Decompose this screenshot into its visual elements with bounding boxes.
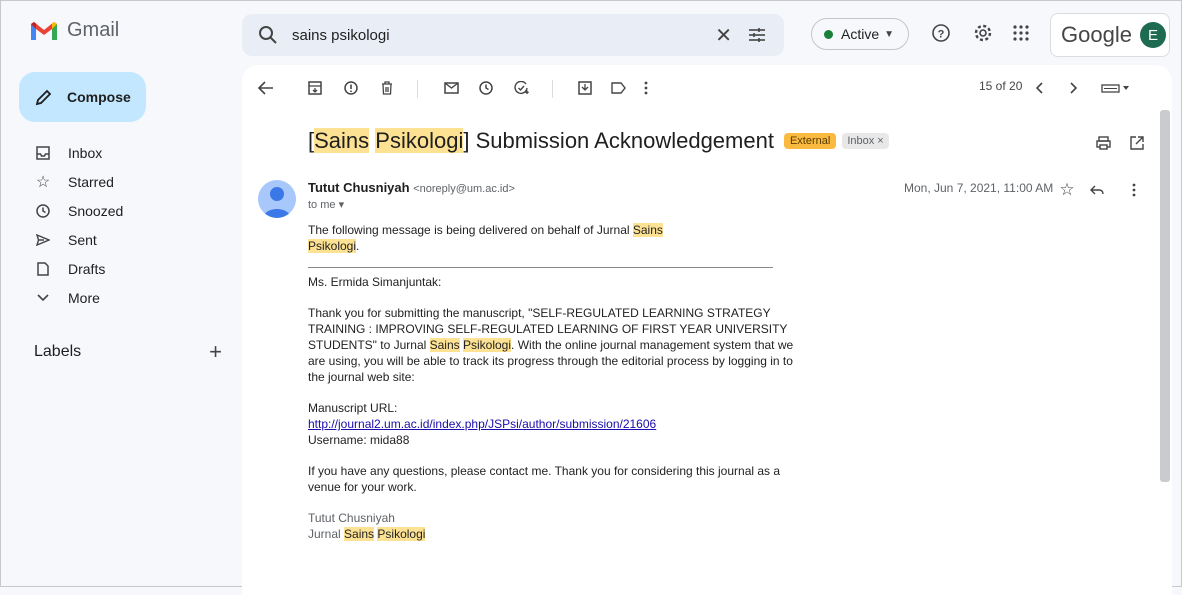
search-input[interactable]: sains psikologi (292, 27, 715, 44)
signature-journal: Jurnal Sains Psikologi (308, 527, 426, 541)
labels-heading: Labels (34, 343, 82, 360)
gmail-m-icon (31, 21, 57, 40)
more-actions-icon[interactable] (1124, 180, 1144, 200)
sidebar-item-sent[interactable]: Sent (1, 225, 233, 254)
sidebar-item-label: Inbox (68, 144, 103, 161)
subject-text: [Sains Psikologi] Submission Acknowledge… (308, 128, 774, 153)
manuscript-url-link[interactable]: http://journal2.um.ac.id/index.php/JSPsi… (308, 417, 656, 431)
sender-avatar (258, 180, 296, 218)
search-options-icon[interactable] (748, 27, 766, 43)
email-subject: [Sains Psikologi] Submission Acknowledge… (308, 128, 889, 154)
chevron-down-icon (34, 289, 52, 307)
email-date: Mon, Jun 7, 2021, 11:00 AM (904, 181, 1054, 195)
send-icon (34, 231, 52, 249)
signature-name: Tutut Chusniyah (308, 511, 395, 525)
page-counter: 15 of 20 (979, 79, 1023, 93)
sender-email: <noreply@um.ac.id> (413, 183, 515, 195)
top-bar: Gmail sains psikologi ✕ Active ▼ ? Googl… (1, 1, 1182, 65)
reply-icon[interactable] (1087, 180, 1107, 200)
newer-chevron-left-icon[interactable] (1030, 78, 1050, 98)
account-switcher[interactable]: Google E (1050, 13, 1170, 57)
scrollbar[interactable] (1160, 110, 1170, 482)
gmail-logo[interactable]: Gmail (29, 19, 119, 42)
star-icon[interactable]: ☆ (1057, 180, 1077, 200)
status-label: Active (841, 26, 880, 42)
external-badge: External (783, 133, 837, 149)
username-text: Username: mida88 (308, 433, 410, 447)
sidebar-item-label: Drafts (68, 260, 106, 277)
sidebar-item-label: Snoozed (68, 202, 124, 219)
star-icon: ☆ (35, 173, 51, 191)
input-tools-keyboard-icon[interactable] (1100, 78, 1132, 98)
sidebar-nav: Inbox ☆ Starred Snoozed Sent Drafts More (1, 138, 233, 312)
snooze-clock-icon[interactable] (476, 78, 496, 98)
status-dot (824, 29, 833, 39)
inbox-icon (34, 144, 52, 162)
svg-text:?: ? (938, 29, 945, 41)
sidebar-item-label: More (68, 289, 100, 306)
help-icon[interactable]: ? (929, 21, 953, 45)
inbox-label-chip[interactable]: Inbox × (842, 133, 889, 149)
clear-search-icon[interactable]: ✕ (715, 23, 732, 48)
sidebar-item-inbox[interactable]: Inbox (1, 138, 233, 167)
divider (308, 267, 773, 268)
report-spam-icon[interactable] (341, 78, 361, 98)
toolbar-divider (417, 80, 418, 98)
sidebar-item-label: Sent (68, 231, 97, 248)
sender-name: Tutut Chusniyah (308, 180, 410, 195)
status-dropdown[interactable]: Active ▼ (811, 18, 909, 50)
sidebar-item-more[interactable]: More (1, 283, 233, 312)
add-to-tasks-icon[interactable] (512, 78, 532, 98)
sidebar-item-snoozed[interactable]: Snoozed (1, 196, 233, 225)
back-arrow-icon[interactable] (256, 78, 276, 98)
label-tag-icon[interactable] (608, 78, 628, 98)
move-to-icon[interactable] (575, 78, 595, 98)
mark-unread-envelope-icon[interactable] (441, 78, 461, 98)
app-name: Gmail (67, 19, 120, 41)
apps-grid-icon[interactable] (1009, 21, 1033, 45)
labels-section: Labels + (34, 339, 222, 365)
sidebar-item-drafts[interactable]: Drafts (1, 254, 233, 283)
open-new-window-icon[interactable] (1127, 133, 1147, 153)
email-toolbar: 15 of 20 (242, 65, 1172, 111)
email-view: 15 of 20 [Sains Psikologi] Submission Ac… (242, 65, 1172, 595)
pencil-icon (35, 89, 52, 106)
draft-icon (34, 260, 52, 278)
recipients-toggle[interactable]: to me ▾ (308, 198, 344, 211)
compose-button[interactable]: Compose (19, 72, 146, 122)
caret-down-icon: ▼ (884, 28, 895, 40)
search-icon[interactable] (258, 25, 278, 45)
settings-gear-icon[interactable] (971, 21, 995, 45)
sidebar-item-label: Starred (68, 173, 114, 190)
body-intro: The following message is being delivered… (308, 223, 663, 253)
create-label-icon[interactable]: + (209, 339, 222, 365)
avatar[interactable]: E (1139, 22, 1166, 48)
clock-icon (34, 202, 52, 220)
archive-icon[interactable] (305, 78, 325, 98)
delete-trash-icon[interactable] (377, 78, 397, 98)
body-paragraph: Thank you for submitting the manuscript,… (308, 306, 794, 384)
sidebar-item-starred[interactable]: ☆ Starred (1, 167, 233, 196)
older-chevron-right-icon[interactable] (1063, 78, 1083, 98)
sender-info: Tutut Chusniyah <noreply@um.ac.id> (308, 180, 515, 195)
body-greeting: Ms. Ermida Simanjuntak: (308, 275, 442, 289)
email-body: The following message is being delivered… (308, 222, 798, 542)
google-brand: Google (1061, 22, 1132, 47)
body-closing: If you have any questions, please contac… (308, 464, 781, 494)
more-options-icon[interactable] (636, 78, 656, 98)
print-icon[interactable] (1093, 133, 1113, 153)
search-bar[interactable]: sains psikologi ✕ (242, 14, 784, 56)
compose-label: Compose (67, 89, 131, 105)
toolbar-divider (552, 80, 553, 98)
manuscript-url-label: Manuscript URL: (308, 401, 398, 415)
